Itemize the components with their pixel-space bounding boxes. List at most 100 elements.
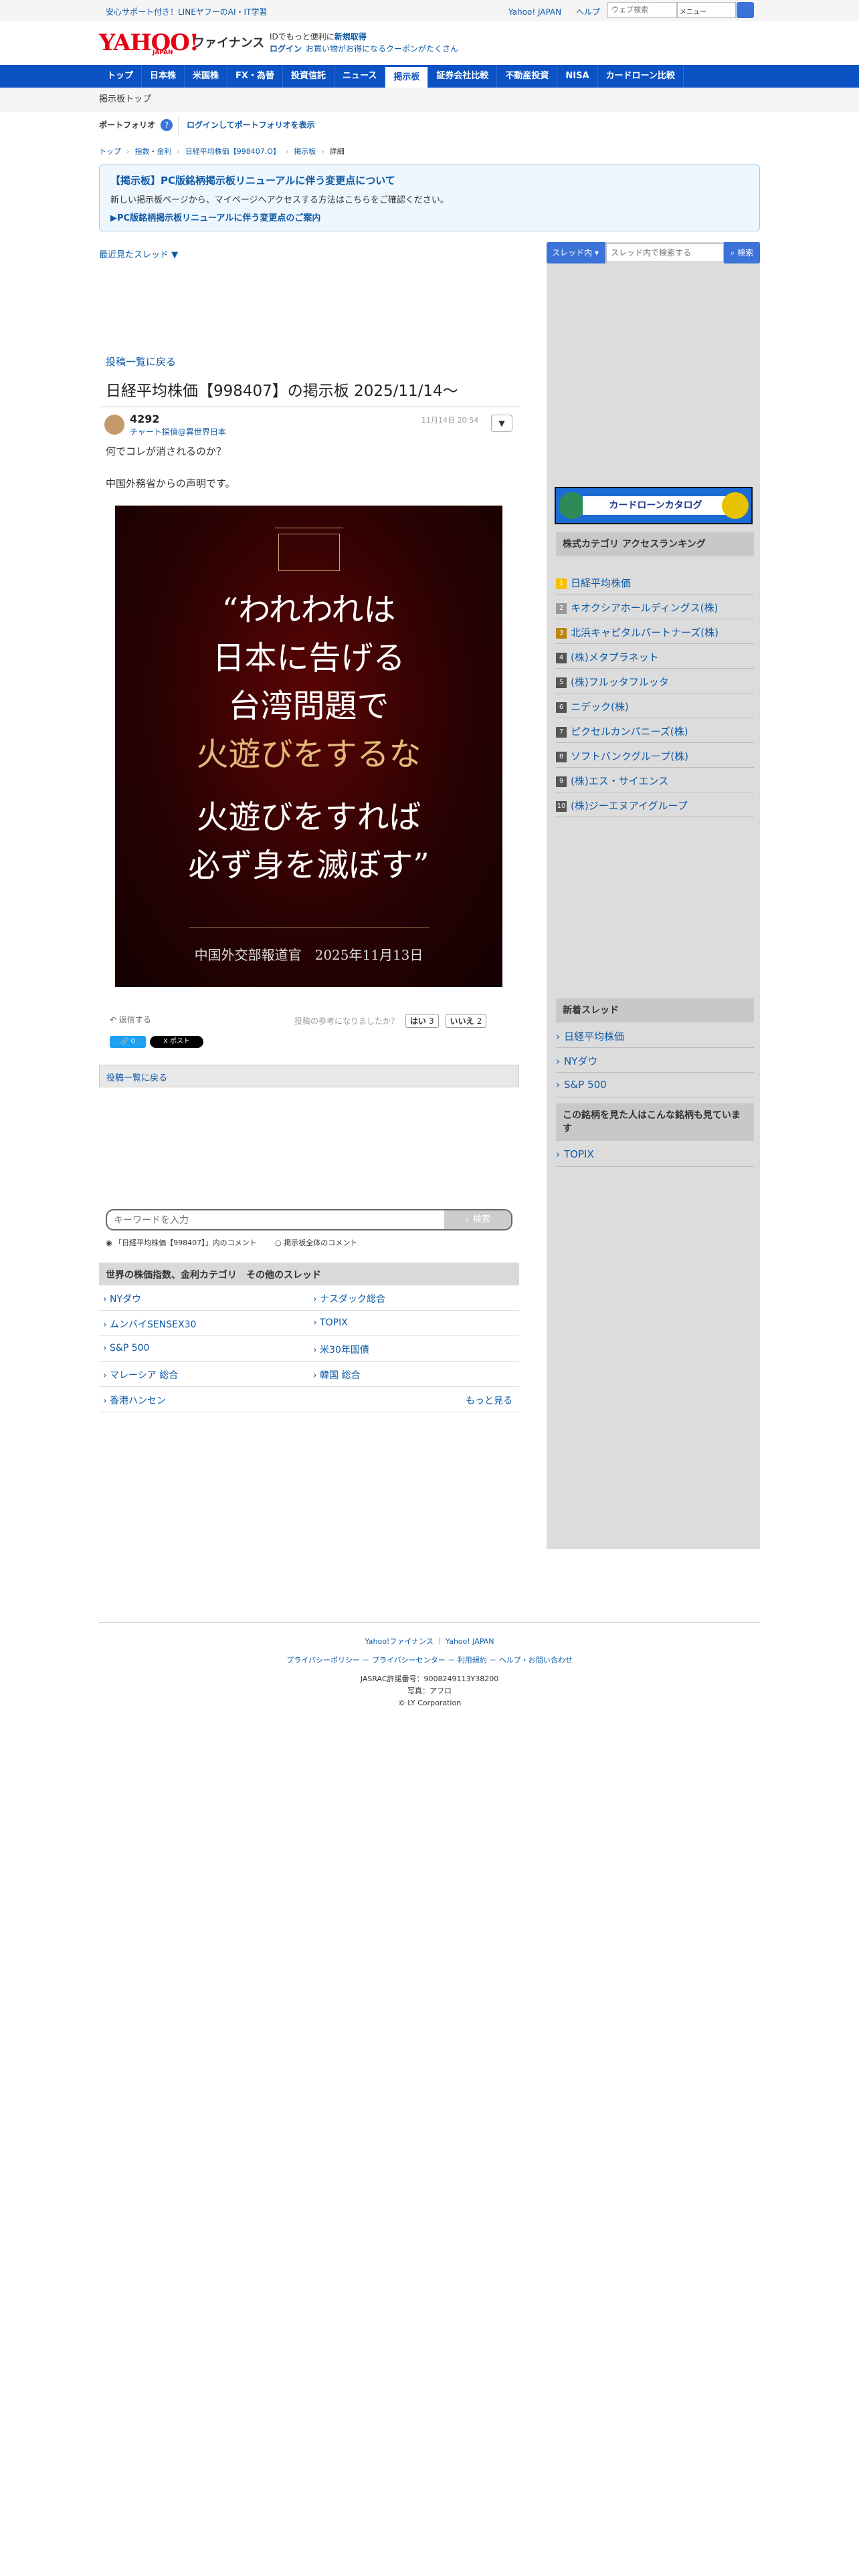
thread-search-button[interactable]: ⌕ 検索	[724, 242, 760, 263]
other-thread-link[interactable]: › NYダウ	[103, 1292, 141, 1305]
more-link[interactable]: もっと見る	[466, 1394, 512, 1407]
breadcrumb: トップ › 指数・金利 › 日経平均株価【998407.O】 › 掲示板 › 詳細	[99, 146, 350, 156]
rank-badge: 2	[556, 603, 567, 614]
notice-link[interactable]: ▶PC版銘柄掲示板リニューアルに伴う変更点のご案内	[110, 211, 749, 223]
post-image[interactable]: “われわれは 日本に告げる 台湾問題で 火遊びをするな 火遊びをすれば 必ず身を…	[115, 506, 502, 987]
promo-link[interactable]: 安心サポート付き！LINEヤフーのAI・IT学習	[106, 6, 267, 17]
search-scope: ◉ 「日経平均株価【998407】」内のコメント ○ 掲示板全体のコメント	[106, 1237, 373, 1248]
no-button[interactable]: いいえ 2	[445, 1014, 487, 1028]
coupon-text[interactable]: お買い物がお得になるクーポンがたくさん	[306, 44, 458, 53]
other-thread-link[interactable]: › 韓国 総合	[313, 1368, 361, 1382]
other-thread-link[interactable]: › 米30年国債	[313, 1343, 369, 1356]
nav-item[interactable]: トップ	[99, 65, 142, 88]
keyword-input[interactable]	[114, 1214, 395, 1227]
ranking-item[interactable]: 3 北浜キャピタルパートナーズ(株)	[556, 619, 754, 644]
post-user[interactable]: チャート探偵@異世界日本	[130, 426, 226, 437]
share-button[interactable]: 🔗 0	[110, 1036, 146, 1048]
nav-item[interactable]: ニュース	[335, 65, 386, 88]
ranking-label: ソフトバンクグループ(株)	[571, 750, 688, 762]
new-thread-item[interactable]: S&P 500	[556, 1073, 754, 1097]
nav-item[interactable]: NISA	[557, 65, 598, 88]
nav-item[interactable]: 米国株	[185, 65, 228, 88]
ranking-item[interactable]: 5 (株)フルッタフルッタ	[556, 669, 754, 693]
rank-badge: 10	[556, 800, 567, 812]
ranking-item[interactable]: 4 (株)メタプラネット	[556, 644, 754, 669]
help-link[interactable]: ヘルプ	[576, 7, 600, 17]
main-nav: トップ 日本株 米国株 FX・為替 投資信託 ニュース 掲示板 証券会社比較 不動産投資 NISA…	[0, 65, 859, 88]
web-search-input[interactable]	[607, 2, 677, 18]
search-icon: ⌕	[730, 248, 738, 257]
new-thread-item[interactable]: 日経平均株価	[556, 1023, 754, 1048]
poster-line: 火遊びをすれば	[196, 798, 421, 836]
nav-item[interactable]: 日本株	[142, 65, 185, 88]
rank-badge: 3	[556, 627, 567, 639]
page-title: 日経平均株価【998407】の掲示板 2025/11/14〜	[106, 383, 458, 400]
other-thread-row: › ムンバイSENSEX30 › TOPIX	[99, 1311, 519, 1336]
ranking-item[interactable]: 9 (株)エス・サイエンス	[556, 768, 754, 792]
thread-search-input[interactable]	[606, 243, 724, 262]
ranking-item[interactable]: 8 ソフトバンクグループ(株)	[556, 743, 754, 768]
ranking-label: ニデック(株)	[571, 701, 629, 713]
notice-desc: 新しい掲示板ページから、マイページへアクセスする方法はこちらをご確認ください。	[110, 195, 449, 205]
notice-title[interactable]: 【掲示板】PC版銘柄掲示板リニューアルに伴う変更点について	[110, 173, 749, 187]
board-top-link[interactable]: 掲示板トップ	[99, 94, 151, 104]
avatar[interactable]	[104, 415, 124, 435]
other-thread-link[interactable]: › TOPIX	[313, 1317, 348, 1328]
login-link[interactable]: ログイン	[270, 44, 302, 53]
helpful-row: 投稿の参考になりましたか？ はい 3 いいえ 2	[294, 1014, 487, 1028]
breadcrumb-item[interactable]: トップ	[99, 147, 121, 156]
recent-threads-dropdown[interactable]: 最近見たスレッド ▼	[99, 247, 178, 260]
back-to-list-bar[interactable]: 投稿一覧に戻る	[99, 1065, 519, 1087]
nav-item[interactable]: 不動産投資	[497, 65, 558, 88]
ranking-item[interactable]: 7 ピクセルカンパニーズ(株)	[556, 718, 754, 743]
other-thread-link[interactable]: › S&P 500	[103, 1343, 149, 1354]
other-thread-link[interactable]: › マレーシア 総合	[103, 1368, 178, 1382]
other-threads-header: 世界の株価指数、金利カテゴリ その他のスレッド	[99, 1263, 519, 1285]
portfolio-login-link[interactable]: ログインしてポートフォリオを表示	[187, 120, 315, 130]
post-date: 11月14日 20:54	[421, 416, 479, 425]
ranking-item[interactable]: 10 (株)ジーエヌアイグループ	[556, 792, 754, 817]
nav-item[interactable]: 証券会社比較	[428, 65, 498, 88]
helpful-question: 投稿の参考になりましたか？	[294, 1016, 399, 1026]
keyword-search-button[interactable]: ⌕ 検索	[444, 1210, 511, 1229]
search-icon: ⌕	[465, 1214, 473, 1224]
breadcrumb-item[interactable]: 指数・金利	[134, 147, 171, 156]
other-thread-link[interactable]: › ムンバイSENSEX30	[103, 1317, 196, 1331]
nav-item[interactable]: FX・為替	[227, 65, 283, 88]
rank-badge: 9	[556, 776, 567, 787]
x-post-button[interactable]: X ポスト	[150, 1036, 203, 1048]
register-link[interactable]: 新規取得	[335, 32, 367, 41]
ranking-item[interactable]: 2 キオクシアホールディングス(株)	[556, 595, 754, 619]
search-menu-button[interactable]: メニュー	[677, 2, 736, 18]
thread-search-scope[interactable]: スレッド内 ▾	[547, 242, 605, 263]
new-thread-item[interactable]: NYダウ	[556, 1048, 754, 1073]
logo[interactable]: YAHOO! ファイナンス JAPAN	[99, 29, 266, 56]
share-row: 🔗 0 X ポスト	[110, 1035, 203, 1048]
other-thread-link[interactable]: › ナスダック総合	[313, 1292, 385, 1305]
footer-links[interactable]: Yahoo!ファイナンス ｜ Yahoo! JAPAN	[99, 1636, 760, 1648]
other-thread-link[interactable]: › 香港ハンセン	[103, 1394, 166, 1407]
yes-button[interactable]: はい 3	[405, 1014, 439, 1028]
banner-mascot-icon	[559, 492, 585, 519]
nav-item[interactable]: 投資信託	[283, 65, 335, 88]
ranking-item[interactable]: 6 ニデック(株)	[556, 693, 754, 718]
reply-button[interactable]: ↶ 返信する	[110, 1014, 151, 1025]
ranking-label: (株)フルッタフルッタ	[571, 676, 669, 688]
ad-banner[interactable]: カードローンカタログ	[555, 487, 753, 524]
nav-item[interactable]: カードローン比較	[598, 65, 684, 88]
footer-policy-links[interactable]: プライバシーポリシー － プライバシーセンター － 利用規約 － ヘルプ・お問い…	[99, 1654, 760, 1667]
post-menu-button[interactable]: ▼	[491, 415, 512, 432]
scope-all-radio[interactable]: ○ 掲示板全体のコメント	[275, 1239, 365, 1247]
help-icon[interactable]: ?	[161, 119, 173, 131]
header-promo: IDでもっと便利に新規取得 ログイン お買い物がお得になるクーポンがたくさん	[270, 31, 458, 55]
back-to-list-link[interactable]: 投稿一覧に戻る	[106, 354, 176, 368]
nav-item[interactable]: 掲示板	[385, 67, 429, 88]
also-viewed-item[interactable]: TOPIX	[556, 1142, 754, 1167]
breadcrumb-item[interactable]: 掲示板	[294, 147, 316, 156]
search-icon[interactable]	[737, 2, 754, 18]
ranking-item[interactable]: 1 日経平均株価	[556, 570, 754, 595]
also-viewed-header: この銘柄を見た人はこんな銘柄も見ています	[556, 1103, 754, 1141]
breadcrumb-item[interactable]: 日経平均株価【998407.O】	[185, 147, 280, 156]
yahoo-japan-link[interactable]: Yahoo! JAPAN	[508, 7, 561, 17]
scope-thread-radio[interactable]: ◉ 「日経平均株価【998407】」内のコメント	[106, 1239, 265, 1247]
